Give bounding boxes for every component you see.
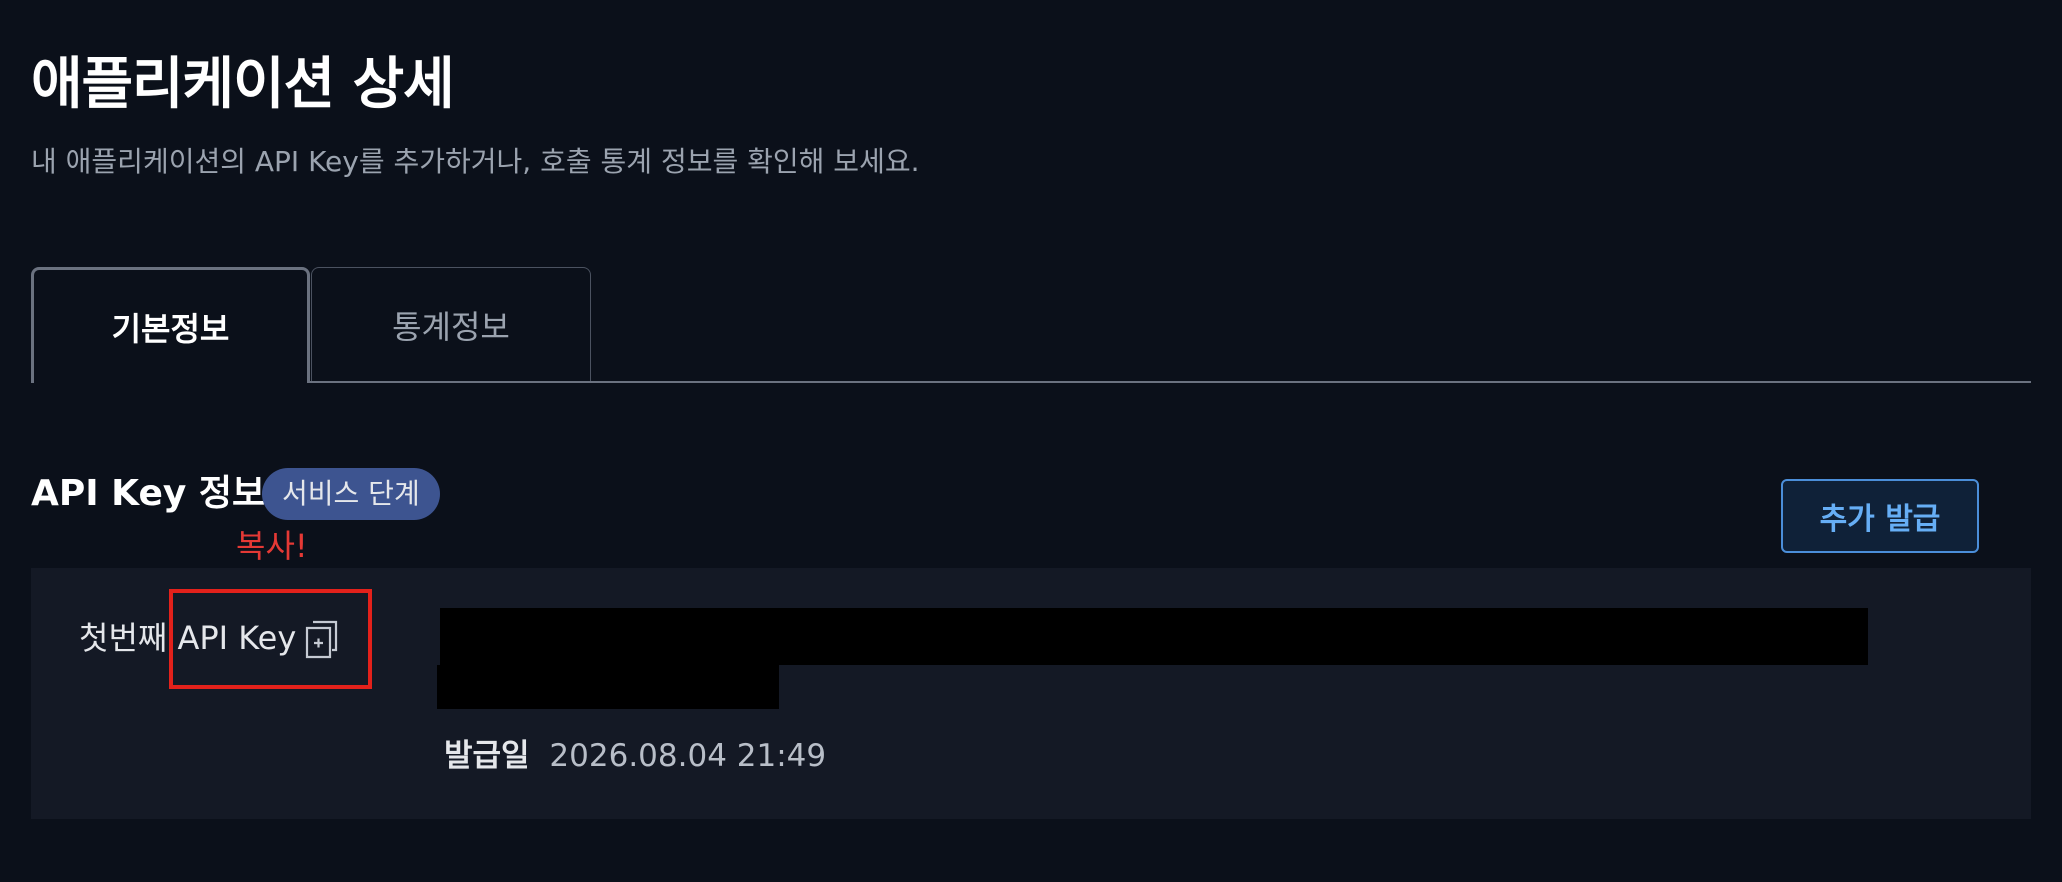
- copy-highlight-box: [169, 589, 372, 689]
- app-detail-page: 애플리케이션 상세 내 애플리케이션의 API Key를 추가하거나, 호출 통…: [0, 0, 2062, 882]
- api-key-section-title: API Key 정보: [31, 473, 266, 514]
- add-issue-button[interactable]: 추가 발급: [1781, 479, 1979, 553]
- tab-basic-info[interactable]: 기본정보: [31, 267, 310, 383]
- tab-bar: 기본정보 통계정보: [31, 267, 2031, 383]
- service-stage-badge: 서비스 단계: [262, 468, 440, 520]
- copy-toast: 복사!: [236, 527, 308, 565]
- issued-date-value: 2026.08.04 21:49: [549, 738, 827, 774]
- issued-date-row: 발급일 2026.08.04 21:49: [444, 734, 826, 778]
- redacted-api-key-line-2: [437, 665, 779, 709]
- redacted-api-key-line-1: [440, 608, 1868, 665]
- page-description: 내 애플리케이션의 API Key를 추가하거나, 호출 통계 정보를 확인해 …: [31, 145, 920, 178]
- tab-statistics[interactable]: 통계정보: [311, 267, 591, 381]
- tab-bar-divider: [31, 381, 2031, 383]
- issued-date-label: 발급일: [444, 738, 530, 774]
- page-title: 애플리케이션 상세: [31, 52, 455, 117]
